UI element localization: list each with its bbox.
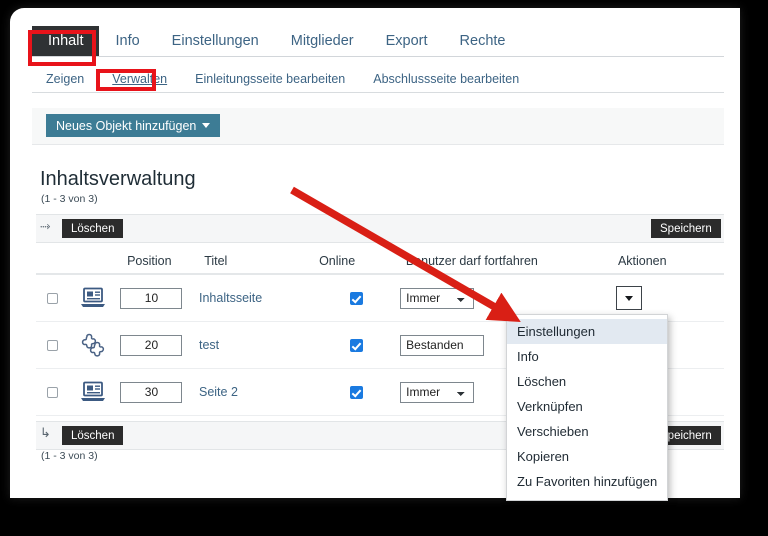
tab-mitglieder[interactable]: Mitglieder (275, 26, 370, 56)
row-title-cell: Seite 2 (199, 385, 312, 399)
sub-nav-tabs: Zeigen Verwalten Einleitungsseite bearbe… (32, 66, 724, 93)
table-action-bar-top (36, 214, 724, 243)
position-input[interactable] (120, 382, 182, 403)
arrow-up-right-icon: ⤑ (40, 219, 50, 232)
result-count-bottom: (1 - 3 von 3) (41, 450, 98, 462)
delete-button-top-label: Löschen (71, 223, 114, 235)
row-title-link[interactable]: test (199, 338, 219, 352)
menu-item-verschieben[interactable]: Verschieben (507, 419, 667, 444)
subtab-einleitungsseite-label: Einleitungsseite bearbeiten (195, 72, 345, 86)
delete-button-bottom-label: Löschen (71, 430, 114, 442)
row-title-link[interactable]: Seite 2 (199, 385, 238, 399)
actions-context-menu: Einstellungen Info Löschen Verknüpfen Ve… (506, 314, 668, 501)
menu-item-einstellungen-label: Einstellungen (517, 324, 595, 339)
online-checkbox[interactable] (350, 292, 363, 305)
menu-item-verschieben-label: Verschieben (517, 424, 589, 439)
row-online-cell (312, 292, 400, 305)
row-icon-cell (69, 381, 116, 403)
add-new-object-button[interactable]: Neues Objekt hinzufügen (46, 114, 220, 137)
delete-button-bottom[interactable]: Löschen (62, 426, 123, 445)
row-actions-button[interactable] (616, 286, 642, 310)
tab-info[interactable]: Info (99, 26, 155, 56)
save-button-top[interactable]: Speichern (651, 219, 721, 238)
tab-export[interactable]: Export (370, 26, 444, 56)
header-actions: Aktionen (618, 254, 724, 268)
menu-item-verknuepfen-label: Verknüpfen (517, 399, 583, 414)
main-nav-tabs: Inhalt Info Einstellungen Mitglieder Exp… (32, 26, 724, 57)
menu-item-info[interactable]: Info (507, 344, 667, 369)
content-page-icon (80, 287, 106, 309)
subtab-abschlussseite-bearbeiten[interactable]: Abschlussseite bearbeiten (359, 72, 533, 86)
row-icon-cell (69, 332, 116, 358)
online-checkbox[interactable] (350, 339, 363, 352)
row-select-cell (36, 340, 69, 351)
screenshot-root: Inhalt Info Einstellungen Mitglieder Exp… (0, 0, 768, 536)
user-continue-select[interactable]: Immer (400, 288, 474, 309)
menu-item-info-label: Info (517, 349, 539, 364)
menu-item-loeschen-label: Löschen (517, 374, 566, 389)
puzzle-piece-icon (79, 332, 107, 358)
header-user-continue: Benutzer darf fortfahren (406, 254, 618, 268)
tab-inhalt-label: Inhalt (48, 33, 83, 49)
menu-item-zu-favoriten-hinzufuegen[interactable]: Zu Favoriten hinzufügen (507, 469, 667, 494)
row-title-cell: Inhaltsseite (199, 291, 312, 305)
tab-mitglieder-label: Mitglieder (291, 33, 354, 49)
table-header-row: Position Titel Online Benutzer darf fort… (36, 248, 724, 275)
menu-item-kopieren[interactable]: Kopieren (507, 444, 667, 469)
subtab-zeigen-label: Zeigen (46, 72, 84, 86)
row-icon-cell (69, 287, 116, 309)
page-title: Inhaltsverwaltung (40, 168, 196, 191)
tab-export-label: Export (386, 33, 428, 49)
user-continue-select[interactable]: Bestanden (400, 335, 484, 356)
menu-item-einstellungen[interactable]: Einstellungen (507, 319, 667, 344)
tab-rechte[interactable]: Rechte (444, 26, 522, 56)
tab-inhalt[interactable]: Inhalt (32, 26, 99, 56)
row-user-continue-cell: Immer (400, 288, 616, 309)
subtab-verwalten[interactable]: Verwalten (98, 72, 181, 86)
page-card: Inhalt Info Einstellungen Mitglieder Exp… (10, 8, 740, 498)
tab-info-label: Info (115, 33, 139, 49)
menu-item-zu-favoriten-label: Zu Favoriten hinzufügen (517, 474, 657, 489)
add-new-object-label: Neues Objekt hinzufügen (56, 119, 196, 133)
position-input[interactable] (120, 288, 182, 309)
save-button-top-label: Speichern (660, 223, 712, 235)
row-select-cell (36, 387, 69, 398)
header-online: Online (315, 254, 406, 268)
row-actions-cell (616, 286, 724, 310)
row-position-cell (116, 335, 199, 356)
row-checkbox[interactable] (47, 293, 58, 304)
row-online-cell (312, 386, 400, 399)
menu-item-kopieren-label: Kopieren (517, 449, 569, 464)
tab-rechte-label: Rechte (460, 33, 506, 49)
subtab-abschlussseite-label: Abschlussseite bearbeiten (373, 72, 519, 86)
menu-item-loeschen[interactable]: Löschen (507, 369, 667, 394)
tab-einstellungen[interactable]: Einstellungen (156, 26, 275, 56)
row-checkbox[interactable] (47, 387, 58, 398)
chevron-down-icon (625, 296, 633, 301)
subtab-einleitungsseite-bearbeiten[interactable]: Einleitungsseite bearbeiten (181, 72, 359, 86)
delete-button-top[interactable]: Löschen (62, 219, 123, 238)
chevron-down-icon (202, 123, 210, 128)
menu-item-verknuepfen[interactable]: Verknüpfen (507, 394, 667, 419)
tab-einstellungen-label: Einstellungen (172, 33, 259, 49)
row-title-link[interactable]: Inhaltsseite (199, 291, 262, 305)
online-checkbox[interactable] (350, 386, 363, 399)
row-select-cell (36, 293, 69, 304)
arrow-down-right-icon: ↳ (40, 426, 51, 439)
header-title: Titel (204, 254, 315, 268)
row-position-cell (116, 288, 199, 309)
row-checkbox[interactable] (47, 340, 58, 351)
subtab-zeigen[interactable]: Zeigen (32, 72, 98, 86)
row-title-cell: test (199, 338, 312, 352)
user-continue-select[interactable]: Immer (400, 382, 474, 403)
row-position-cell (116, 382, 199, 403)
position-input[interactable] (120, 335, 182, 356)
result-count-top: (1 - 3 von 3) (41, 193, 98, 205)
subtab-verwalten-label: Verwalten (112, 72, 167, 86)
header-position: Position (115, 254, 204, 268)
row-online-cell (312, 339, 400, 352)
content-page-icon (80, 381, 106, 403)
